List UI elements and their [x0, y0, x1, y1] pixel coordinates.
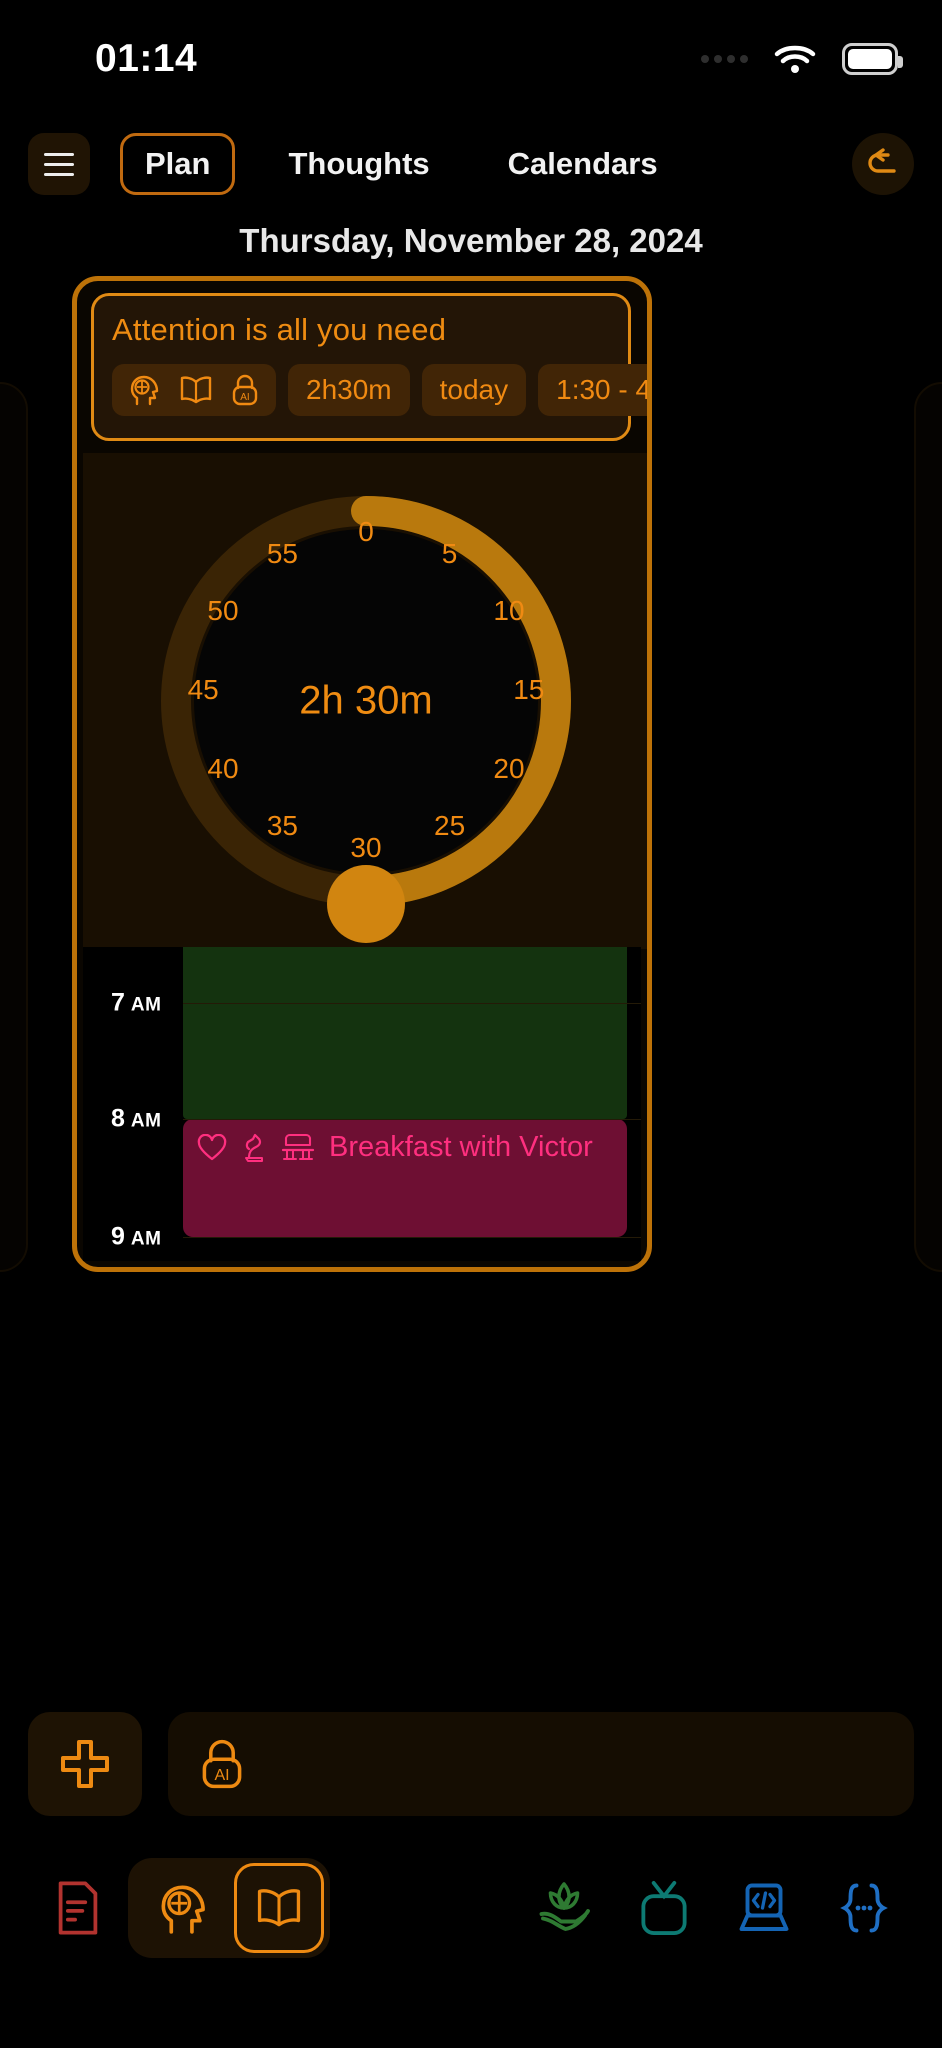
- task-category-chip[interactable]: AI: [112, 364, 276, 416]
- task-duration-chip[interactable]: 2h30m: [288, 364, 410, 416]
- plus-icon: [61, 1740, 109, 1788]
- chess-knight-icon: [245, 1133, 263, 1162]
- dial-tick-40: 40: [207, 753, 239, 785]
- nav-item-brain[interactable]: [134, 1858, 234, 1958]
- calendar-event-block[interactable]: [183, 947, 627, 1119]
- task-day-chip[interactable]: today: [421, 364, 527, 416]
- tab-plan[interactable]: Plan: [120, 133, 236, 195]
- dial-tick-15: 15: [513, 674, 545, 705]
- open-book-icon: [257, 1889, 301, 1927]
- svg-text:AI: AI: [240, 392, 249, 403]
- status-indicators: [701, 43, 903, 75]
- document-lines-icon: [58, 1881, 98, 1935]
- dial-tick-50: 50: [207, 594, 239, 626]
- hamburger-menu-icon[interactable]: [28, 133, 90, 195]
- dial-tick-35: 35: [266, 810, 298, 842]
- undo-arrow-icon[interactable]: [852, 133, 914, 195]
- previous-day-peek-card[interactable]: [0, 382, 28, 1272]
- task-chips: AI 2h30m today 1:30 - 4:0: [112, 364, 647, 416]
- battery-full-icon: [842, 43, 903, 75]
- wifi-icon: [774, 45, 816, 73]
- plant-in-hand-icon: [539, 1882, 590, 1931]
- nav-item-document[interactable]: [28, 1858, 128, 1958]
- nav-item-code[interactable]: [714, 1858, 814, 1958]
- brain-head-icon: [130, 375, 159, 406]
- dial-tick-0: 0: [358, 515, 374, 547]
- ai-prompt-input[interactable]: AI: [168, 1712, 914, 1816]
- nav-item-entertainment[interactable]: [614, 1858, 714, 1958]
- code-laptop-icon: [739, 1883, 789, 1931]
- nav-item-wellness[interactable]: [514, 1858, 614, 1958]
- tab-calendars[interactable]: Calendars: [483, 133, 683, 195]
- calendar-event-title: Breakfast with Victor: [329, 1131, 593, 1163]
- dial-tick-20: 20: [493, 753, 525, 785]
- calendar-hour-line: [183, 1003, 641, 1004]
- dial-tick-25: 25: [434, 810, 466, 842]
- calendar-hour-label: 7 AM: [111, 988, 162, 1017]
- ai-lock-icon: AI: [232, 374, 258, 406]
- dining-table-icon: [281, 1133, 315, 1160]
- brain-head-icon: [161, 1885, 205, 1934]
- dial-tick-5: 5: [441, 537, 458, 569]
- dial-tick-10: 10: [493, 594, 525, 626]
- signal-dots-icon: [701, 55, 748, 63]
- tab-thoughts[interactable]: Thoughts: [263, 133, 454, 195]
- calendar-hour-label: 8 AM: [111, 1104, 162, 1133]
- bottom-navigation: [0, 1848, 942, 1968]
- calendar-hour-label: 9 AM: [111, 1222, 162, 1251]
- task-time-range-chip[interactable]: 1:30 - 4:0: [538, 364, 647, 416]
- day-calendar[interactable]: Breakfast with Victor 7 AM 8 AM 9 AM: [83, 947, 641, 1261]
- ai-lock-icon: AI: [202, 1739, 242, 1789]
- open-book-icon: [180, 376, 212, 404]
- page-title: Thursday, November 28, 2024: [239, 222, 703, 259]
- status-bar: 01:14: [0, 0, 942, 118]
- task-header[interactable]: Attention is all you need AI 2h30m today…: [91, 293, 647, 441]
- timer-dial-region[interactable]: 0 5 10 15 20 25 30 35 40 45 50 55 2h 30m: [83, 453, 647, 949]
- nav-item-braces[interactable]: [814, 1858, 914, 1958]
- compose-bar: AI: [28, 1712, 914, 1816]
- nav-item-book[interactable]: [234, 1863, 324, 1953]
- add-button[interactable]: [28, 1712, 142, 1816]
- tv-icon: [641, 1881, 687, 1935]
- day-plan-card: Attention is all you need AI 2h30m today…: [72, 276, 652, 1272]
- timer-dial[interactable]: 0 5 10 15 20 25 30 35 40 45 50 55 2h 30m: [146, 481, 586, 943]
- dial-drag-handle[interactable]: [327, 865, 405, 943]
- main-tabs: Plan Thoughts Calendars: [120, 133, 852, 195]
- calendar-hour-line: [183, 1119, 641, 1120]
- calendar-event-block[interactable]: Breakfast with Victor: [183, 1119, 627, 1237]
- dial-tick-30: 30: [350, 832, 382, 864]
- calendar-hour-line: [183, 1237, 641, 1238]
- next-day-peek-card[interactable]: [914, 382, 942, 1272]
- curly-braces-icon: [840, 1883, 888, 1933]
- heart-icon: [197, 1133, 227, 1160]
- status-clock: 01:14: [95, 37, 198, 80]
- task-title: Attention is all you need: [112, 312, 447, 347]
- dial-duration-label: 2h 30m: [299, 678, 433, 723]
- nav-group-focus: [128, 1858, 330, 1958]
- dial-tick-55: 55: [266, 537, 298, 569]
- svg-text:AI: AI: [214, 1767, 229, 1784]
- calendar-hour-gutter: 7 AM 8 AM 9 AM: [83, 947, 183, 1261]
- app-screen: 01:14 Plan Thoughts Calendars Thursday, …: [0, 0, 942, 2048]
- top-navigation: Plan Thoughts Calendars: [0, 126, 942, 202]
- dial-tick-45: 45: [187, 674, 219, 705]
